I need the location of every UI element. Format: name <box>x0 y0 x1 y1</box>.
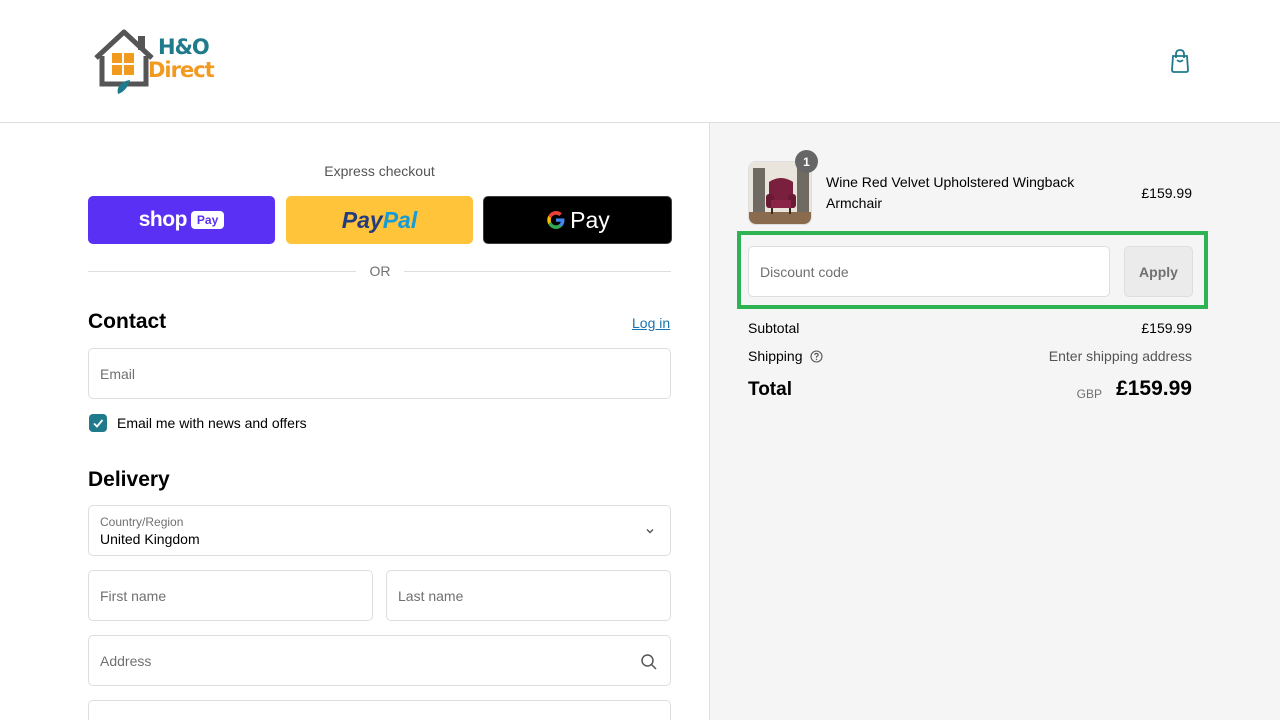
product-price: £159.99 <box>1141 185 1192 201</box>
chevron-down-icon <box>646 529 654 534</box>
shop-pay-button[interactable]: shop Pay <box>88 196 275 244</box>
paypal-button[interactable]: Pay Pal <box>286 196 473 244</box>
subtotal-value: £159.99 <box>1141 320 1192 336</box>
brand-logo[interactable]: H&O Direct <box>92 28 222 96</box>
divider-left <box>88 271 356 272</box>
paypal-wordmark-part2: Pal <box>382 206 418 233</box>
divider-right <box>404 271 671 272</box>
google-pay-wordmark: Pay <box>570 206 610 233</box>
first-name-field[interactable]: First name <box>88 570 373 621</box>
total-value: £159.99 <box>1116 377 1192 400</box>
logo-text-primary: H&O <box>158 35 210 59</box>
logo-text-secondary: Direct <box>148 58 215 82</box>
first-name-placeholder: First name <box>100 588 167 604</box>
google-pay-button[interactable]: Pay <box>483 196 672 244</box>
subtotal-label: Subtotal <box>748 320 800 336</box>
shipping-label: Shipping <box>748 348 803 364</box>
login-link[interactable]: Log in <box>632 315 670 331</box>
last-name-field[interactable]: Last name <box>386 570 671 621</box>
apartment-field[interactable] <box>88 700 671 720</box>
quantity-badge: 1 <box>795 150 818 173</box>
shop-pay-wordmark: shop <box>138 208 188 231</box>
discount-code-field[interactable]: Discount code <box>748 246 1110 297</box>
delivery-heading: Delivery <box>88 468 170 491</box>
check-icon <box>93 419 104 428</box>
email-placeholder: Email <box>100 366 136 382</box>
total-label: Total <box>748 379 792 400</box>
header: H&O Direct <box>0 0 1280 123</box>
google-g-icon <box>547 211 565 229</box>
search-icon[interactable] <box>640 653 658 671</box>
country-field-value: United Kingdom <box>100 531 200 547</box>
shop-pay-badge: Pay <box>190 211 225 229</box>
apply-discount-button[interactable]: Apply <box>1124 246 1193 297</box>
express-checkout-label: Express checkout <box>324 163 435 179</box>
address-field[interactable]: Address <box>88 635 671 686</box>
newsletter-label: Email me with news and offers <box>117 415 307 431</box>
email-field[interactable]: Email <box>88 348 671 399</box>
address-placeholder: Address <box>100 653 152 669</box>
last-name-placeholder: Last name <box>398 588 464 604</box>
total-currency: GBP <box>1076 387 1102 401</box>
shipping-value: Enter shipping address <box>1048 348 1192 364</box>
contact-heading: Contact <box>88 310 167 333</box>
discount-code-placeholder: Discount code <box>760 264 849 280</box>
shopping-bag-icon[interactable] <box>1169 49 1191 73</box>
country-select[interactable]: Country/Region United Kingdom <box>88 505 671 556</box>
country-field-label: Country/Region <box>100 515 184 529</box>
paypal-wordmark-part1: Pay <box>341 206 383 233</box>
or-divider-text: OR <box>369 263 391 279</box>
newsletter-checkbox[interactable] <box>89 414 107 432</box>
product-name: Wine Red Velvet Upholstered Wingback Arm… <box>826 174 1075 211</box>
help-circle-icon[interactable] <box>810 350 823 363</box>
